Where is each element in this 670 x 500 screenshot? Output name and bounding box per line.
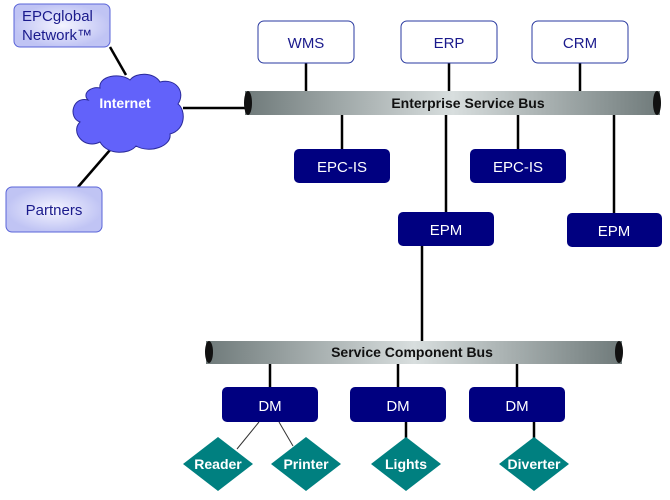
device-printer: Printer: [283, 456, 329, 472]
dm-2: DM: [386, 398, 409, 415]
app-erp: ERP: [434, 35, 465, 52]
epm-1: EPM: [430, 222, 463, 239]
svg-text:Enterprise Service Bus: Enterprise Service Bus: [391, 95, 545, 111]
epcis-2: EPC-IS: [493, 159, 543, 176]
device-reader: Reader: [194, 456, 242, 472]
app-wms: WMS: [288, 35, 325, 52]
dm-boxes: DM DM DM: [222, 387, 565, 422]
epcglobal-network-box: EPCglobal Network™: [13, 3, 111, 48]
app-boxes: WMS ERP CRM: [257, 20, 629, 64]
dark-boxes: EPC-IS EPC-IS EPM EPM: [294, 149, 662, 247]
enterprise-service-bus: Enterprise Service Bus: [244, 91, 661, 115]
svg-text:Internet: Internet: [99, 95, 151, 111]
dm-1: DM: [258, 398, 281, 415]
dm-3: DM: [505, 398, 528, 415]
devices: Reader Printer Lights Diverter: [183, 437, 569, 491]
partners-box: Partners: [5, 186, 103, 233]
svg-text:Service Component Bus: Service Component Bus: [331, 344, 493, 360]
architecture-diagram: EPCglobal Network™ Partners Internet WMS…: [5, 3, 662, 491]
device-lights: Lights: [385, 456, 427, 472]
app-crm: CRM: [563, 35, 597, 52]
service-component-bus: Service Component Bus: [205, 341, 623, 364]
epm-2: EPM: [598, 223, 631, 240]
svg-text:Partners: Partners: [26, 202, 83, 219]
internet-cloud: Internet: [72, 73, 184, 153]
device-diverter: Diverter: [508, 456, 561, 472]
svg-text:Network™: Network™: [22, 27, 92, 44]
epcis-1: EPC-IS: [317, 159, 367, 176]
svg-text:EPCglobal: EPCglobal: [22, 8, 93, 25]
